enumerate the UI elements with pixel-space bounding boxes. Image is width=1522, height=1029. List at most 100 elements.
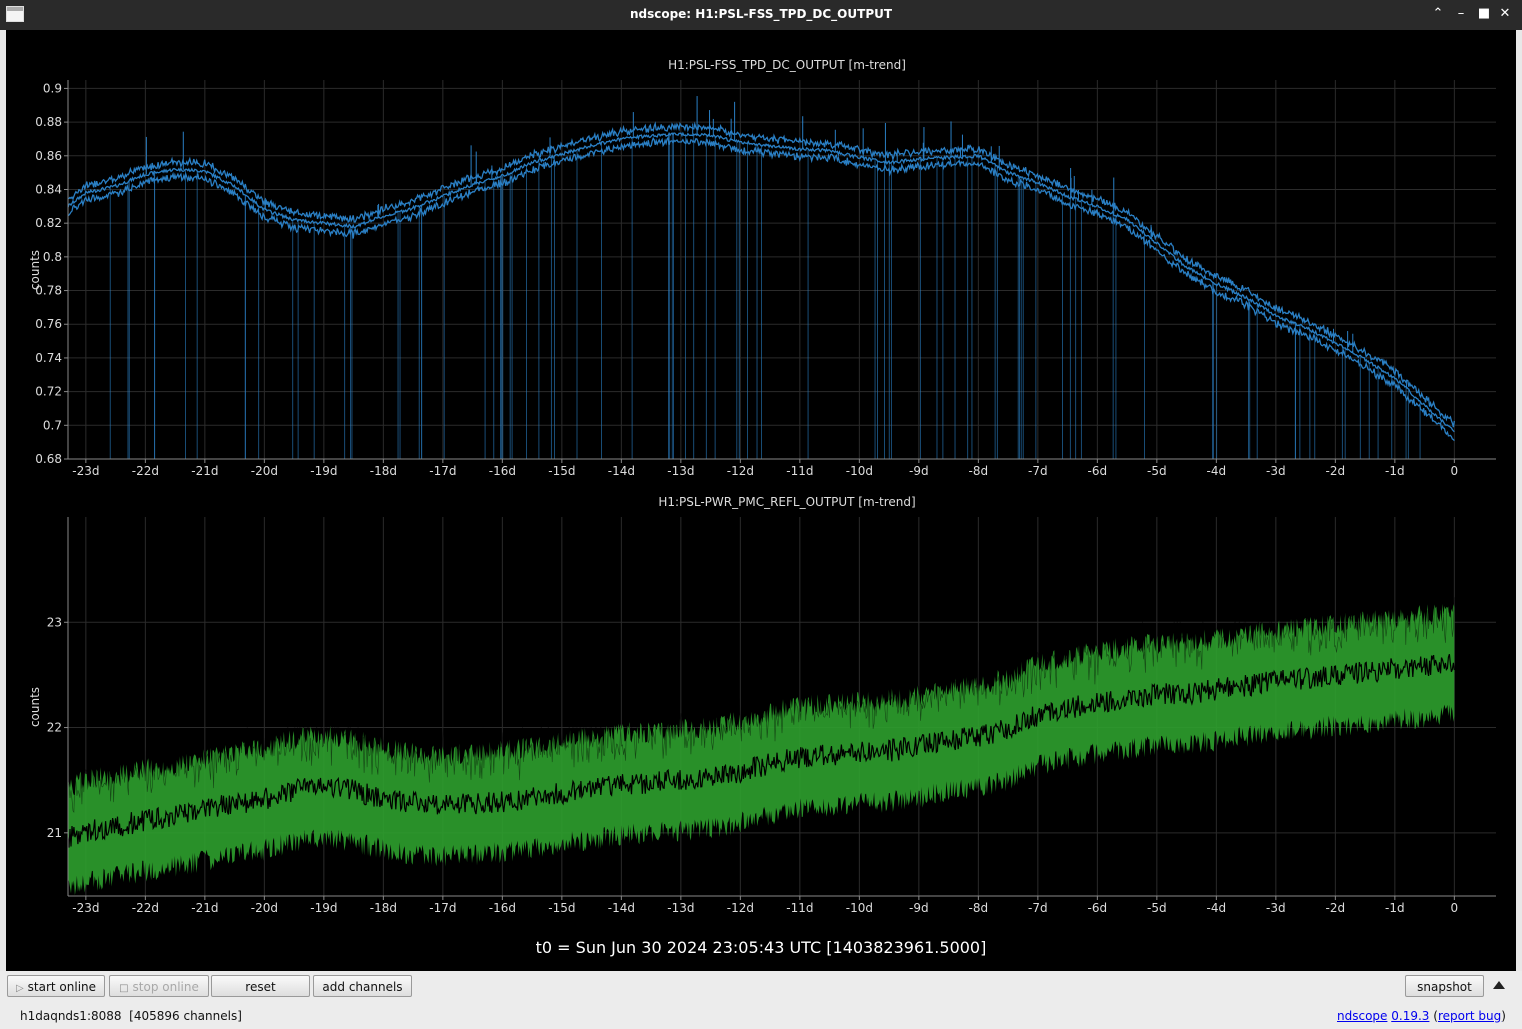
window-titlebar: ndscope: H1:PSL-FSS_TPD_DC_OUTPUT ⌃ – ■ … (0, 0, 1522, 30)
top-y-tick-label: 0.9 (43, 81, 62, 95)
stop-online-label: stop online (132, 980, 199, 994)
bottom-x-tick-label: -20d (251, 901, 278, 915)
play-icon: ▷ (15, 983, 24, 994)
status-version: ndscope 0.19.3 (report bug) (1337, 1009, 1506, 1023)
window-maximize-icon[interactable]: ■ (1476, 6, 1492, 22)
top-x-tick-label: -8d (969, 464, 989, 478)
bottom-x-tick-label: -22d (132, 901, 159, 915)
stop-online-button[interactable]: □ stop online (109, 975, 209, 997)
top-y-tick-label: 0.68 (35, 452, 62, 466)
top-x-tick-label: -3d (1266, 464, 1286, 478)
top-trace-mean (67, 131, 1455, 433)
plot-bottom[interactable]: H1:PSL-PWR_PMC_REFL_OUTPUT [m-trend] cou… (28, 495, 1496, 915)
top-y-tick-label: 0.78 (35, 284, 62, 298)
reset-button[interactable]: reset (211, 975, 310, 997)
bottom-x-tick-label: -7d (1028, 901, 1048, 915)
top-x-tick-label: -6d (1088, 464, 1108, 478)
bottom-x-tick-label: -3d (1266, 901, 1286, 915)
top-x-tick-label: -20d (251, 464, 278, 478)
top-x-tick-label: 0 (1451, 464, 1459, 478)
window-title: ndscope: H1:PSL-FSS_TPD_DC_OUTPUT (629, 7, 893, 21)
plot-area[interactable]: H1:PSL-FSS_TPD_DC_OUTPUT [m-trend] count… (6, 30, 1516, 971)
top-x-tick-label: -14d (608, 464, 635, 478)
top-x-tick-label: -15d (548, 464, 575, 478)
top-y-tick-label: 0.82 (35, 216, 62, 230)
top-x-tick-label: -5d (1147, 464, 1167, 478)
bottom-trace (67, 588, 1455, 896)
bottom-x-tick-label: -16d (489, 901, 516, 915)
t0-label: t0 = Sun Jun 30 2024 23:05:43 UTC [14038… (536, 938, 987, 957)
top-x-tick-label: -18d (370, 464, 397, 478)
window-shade-icon[interactable]: ⌃ (1430, 6, 1446, 22)
bottom-x-tick-label: -11d (786, 901, 813, 915)
top-y-tick-label: 0.84 (35, 182, 62, 196)
bottom-x-tick-label: -19d (310, 901, 337, 915)
top-x-tick-label: -17d (429, 464, 456, 478)
bottom-x-tick-label: -10d (846, 901, 873, 915)
bottom-x-tick-label: -4d (1207, 901, 1227, 915)
bottom-x-tick-label: -21d (191, 901, 218, 915)
server-address: h1daqnds1:8088 (20, 1009, 122, 1023)
stop-icon: □ (119, 983, 129, 994)
add-channels-button[interactable]: add channels (313, 975, 412, 997)
paren-close: ) (1501, 1009, 1506, 1023)
plots-canvas[interactable]: H1:PSL-FSS_TPD_DC_OUTPUT [m-trend] count… (6, 30, 1516, 971)
window-minimize-icon[interactable]: – (1453, 6, 1469, 22)
start-online-button[interactable]: ▷ start online (7, 975, 105, 997)
top-y-tick-label: 0.86 (35, 149, 62, 163)
plot-top-title: H1:PSL-FSS_TPD_DC_OUTPUT [m-trend] (668, 58, 906, 72)
top-x-tick-label: -1d (1385, 464, 1405, 478)
top-x-tick-label: -16d (489, 464, 516, 478)
top-y-tick-label: 0.8 (43, 250, 62, 264)
bottom-x-tick-label: -2d (1326, 901, 1346, 915)
bottom-y-tick-label: 22 (47, 721, 62, 735)
report-bug-link[interactable]: report bug (1438, 1009, 1501, 1023)
channel-count: [405896 channels] (129, 1009, 242, 1023)
top-y-tick-label: 0.76 (35, 317, 62, 331)
bottom-x-tick-label: -15d (548, 901, 575, 915)
top-x-tick-label: -7d (1028, 464, 1048, 478)
bottom-y-tick-label: 21 (47, 826, 62, 840)
top-x-tick-label: -4d (1207, 464, 1227, 478)
top-y-tick-label: 0.7 (43, 418, 62, 432)
top-y-tick-label: 0.72 (35, 385, 62, 399)
bottom-x-tick-label: -5d (1147, 901, 1167, 915)
bottom-x-tick-label: -13d (667, 901, 694, 915)
plot-bottom-ylabel: counts (28, 687, 42, 727)
top-x-tick-label: -19d (310, 464, 337, 478)
start-online-label: start online (27, 980, 97, 994)
top-x-tick-label: -22d (132, 464, 159, 478)
top-y-tick-label: 0.88 (35, 115, 62, 129)
bottom-x-tick-label: 0 (1451, 901, 1459, 915)
ndscope-link[interactable]: ndscope (1337, 1009, 1387, 1023)
top-x-tick-label: -11d (786, 464, 813, 478)
bottom-trace-band (68, 603, 1455, 896)
snapshot-button[interactable]: snapshot (1405, 975, 1484, 997)
bottom-x-tick-label: -1d (1385, 901, 1405, 915)
plot-top[interactable]: H1:PSL-FSS_TPD_DC_OUTPUT [m-trend] count… (28, 58, 1496, 478)
plot-bottom-title: H1:PSL-PWR_PMC_REFL_OUTPUT [m-trend] (658, 495, 915, 509)
expand-panel-icon[interactable] (1493, 981, 1505, 989)
bottom-x-tick-label: -23d (72, 901, 99, 915)
top-x-tick-label: -13d (667, 464, 694, 478)
bottom-y-tick-label: 23 (47, 615, 62, 629)
bottom-x-tick-label: -14d (608, 901, 635, 915)
top-trace (67, 96, 1455, 459)
version-link[interactable]: 0.19.3 (1391, 1009, 1429, 1023)
status-server: h1daqnds1:8088 [405896 channels] (20, 1009, 242, 1023)
top-x-tick-label: -21d (191, 464, 218, 478)
window-close-icon[interactable]: ✕ (1497, 6, 1513, 22)
bottom-x-tick-label: -18d (370, 901, 397, 915)
top-x-tick-label: -10d (846, 464, 873, 478)
top-y-tick-label: 0.74 (35, 351, 62, 365)
top-x-tick-label: -23d (72, 464, 99, 478)
top-x-tick-label: -12d (727, 464, 754, 478)
bottom-toolbar: ▷ start online □ stop online reset add cha… (0, 971, 1522, 1029)
top-x-tick-label: -2d (1326, 464, 1346, 478)
top-grid (68, 80, 1496, 460)
bottom-x-tick-label: -9d (909, 901, 929, 915)
top-x-tick-label: -9d (909, 464, 929, 478)
bottom-x-tick-label: -17d (429, 901, 456, 915)
top-trace-max (67, 121, 1455, 428)
bottom-x-tick-label: -12d (727, 901, 754, 915)
